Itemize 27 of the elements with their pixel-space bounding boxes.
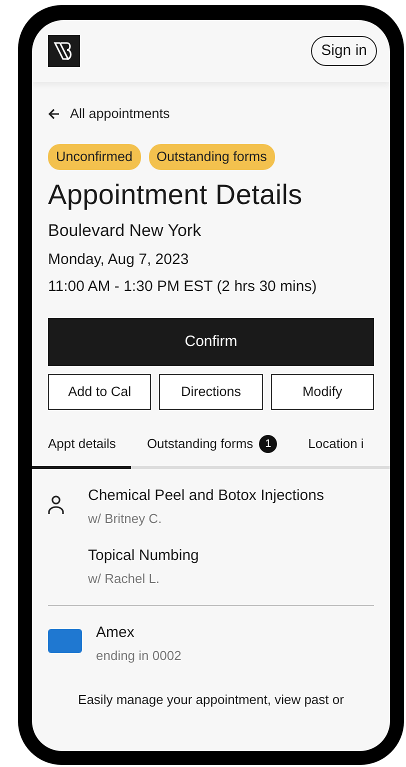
sign-in-button[interactable]: Sign in [311, 36, 377, 66]
count-badge: 1 [259, 435, 278, 454]
logo-icon [48, 35, 80, 67]
tab[interactable]: Appt details [32, 434, 131, 469]
action-button[interactable]: Add to Cal [48, 374, 152, 410]
status-tag: Unconfirmed [48, 144, 141, 170]
page-title: Appointment Details [48, 178, 304, 212]
location-name: Boulevard New York [48, 220, 202, 242]
footer-text: Easily manage your appointment, view past or [77, 690, 345, 709]
action-button[interactable]: Modify [270, 374, 374, 410]
payment-card-detail: ending in 0002 [96, 647, 182, 666]
status-tag: Outstanding forms [148, 144, 275, 170]
provider-name: w/ Britney C. [88, 510, 163, 528]
action-button[interactable]: Directions [159, 374, 263, 410]
credit-card-icon [48, 628, 82, 653]
back-link[interactable]: All appointments [48, 104, 170, 124]
appointment-date: Monday, Aug 7, 2023 [48, 250, 190, 270]
tab[interactable]: Outstanding forms 1 [130, 434, 292, 469]
back-arrow-icon [48, 108, 60, 120]
confirm-button[interactable]: Confirm [48, 318, 374, 366]
provider-name: w/ Rachel L. [88, 570, 161, 588]
service-name: Chemical Peel and Botox Injections [88, 486, 325, 506]
person-icon [48, 492, 64, 513]
appointment-time: 11:00 AM - 1:30 PM EST (2 hrs 30 mins) [48, 276, 318, 297]
tab[interactable]: Location i [292, 434, 379, 469]
payment-card-name: Amex [96, 622, 136, 643]
service-name: Topical Numbing [88, 546, 200, 566]
